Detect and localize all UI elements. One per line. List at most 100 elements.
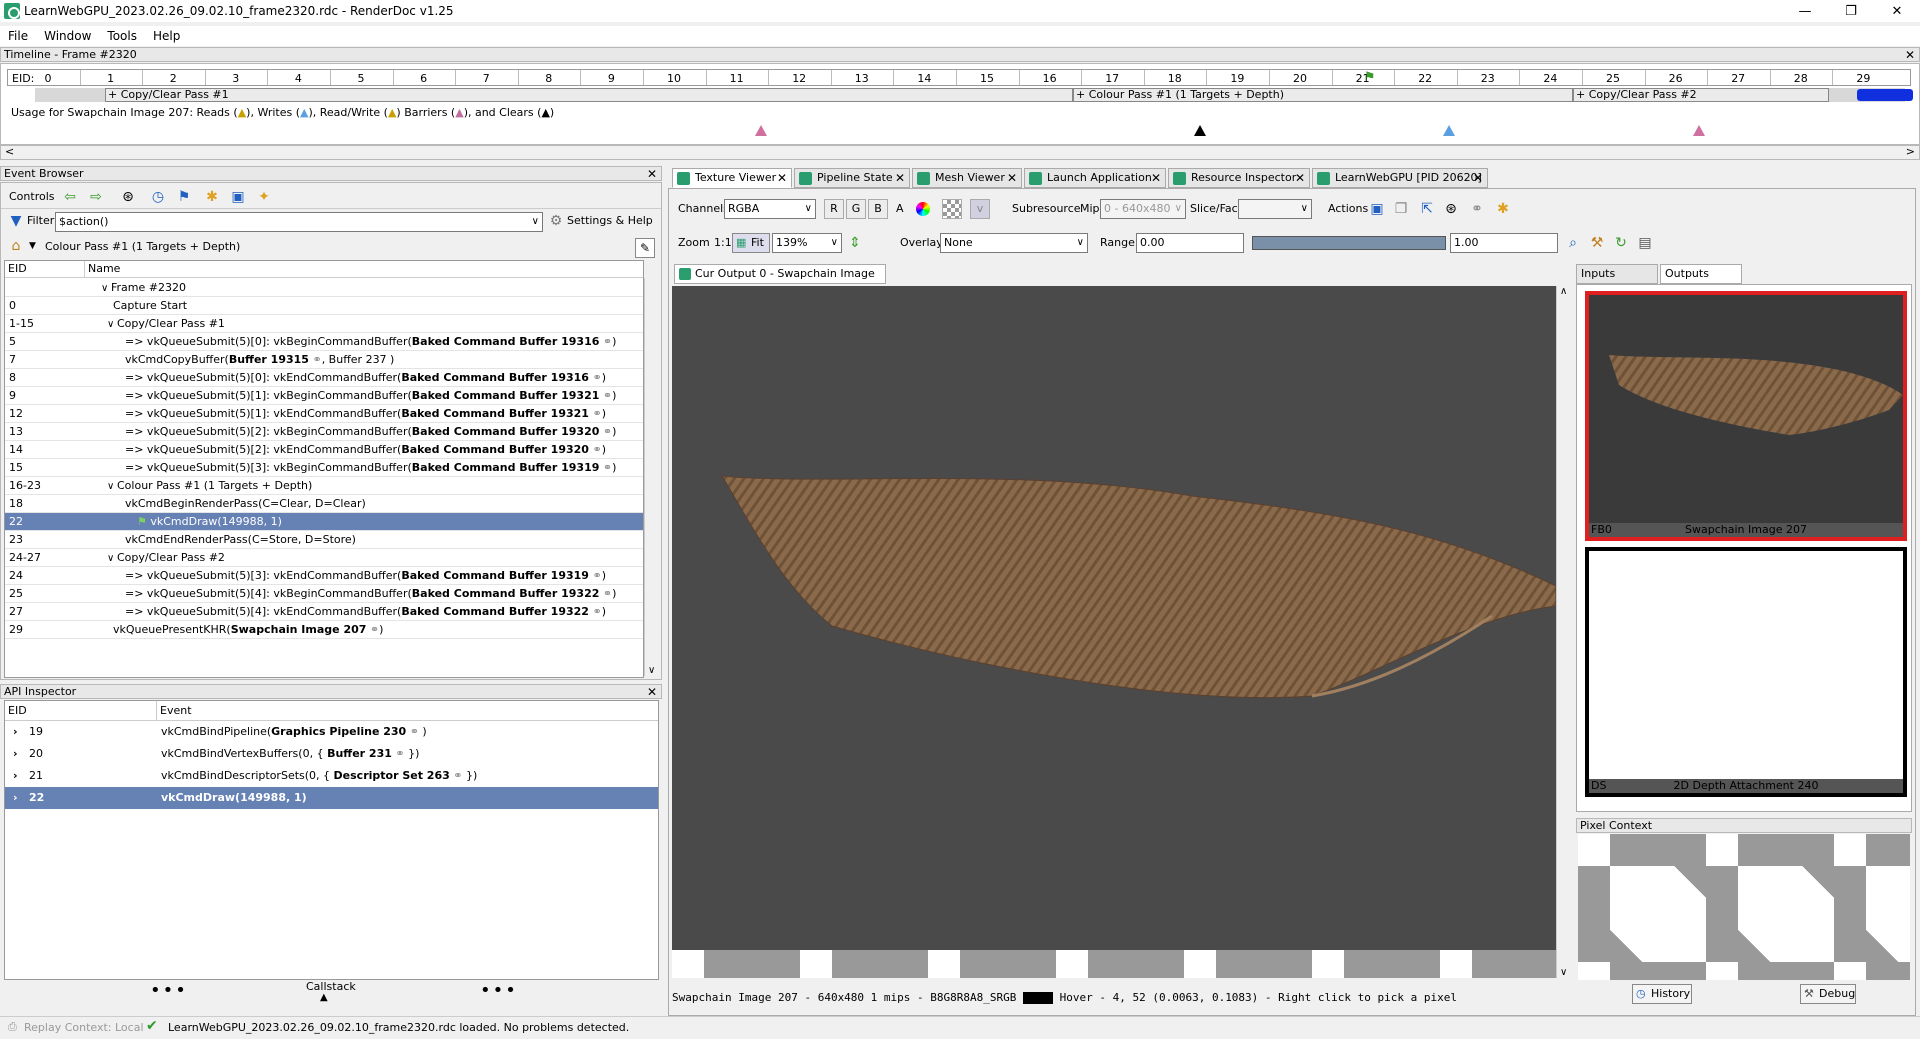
timeline-tick[interactable]: 4: [268, 70, 328, 87]
event-row[interactable]: 13 => vkQueueSubmit(5)[2]: vkBeginCommand…: [5, 423, 643, 441]
tab-launch-application[interactable]: Launch Application ✕: [1024, 168, 1166, 188]
timeline-tick[interactable]: 21: [1333, 70, 1393, 87]
color-wheel-icon[interactable]: [916, 202, 930, 216]
timeline-panel[interactable]: EID: 0 1 2 3 4 5 6 7 8 9 10 11 12 13 14 15 16 17 18 19 20 21 2…: [0, 63, 1920, 145]
timeline-tick[interactable]: 9: [581, 70, 641, 87]
timeline-tick[interactable]: 6: [394, 70, 454, 87]
usage-barrier-marker[interactable]: [755, 125, 767, 136]
timeline-tick[interactable]: 0: [18, 70, 78, 87]
event-row[interactable]: 24 => vkQueueSubmit(5)[3]: vkEndCommandBu…: [5, 567, 643, 585]
history-button[interactable]: ◷ History: [1632, 984, 1692, 1004]
timeline-tick[interactable]: 26: [1646, 70, 1706, 87]
range-max-input[interactable]: 1.00: [1450, 233, 1558, 253]
timeline-tick[interactable]: 29: [1833, 70, 1893, 87]
overlay-select[interactable]: None: [940, 233, 1088, 253]
tab-resource-inspector[interactable]: Resource Inspector ✕: [1168, 168, 1310, 188]
chevron-right-icon[interactable]: ›: [13, 787, 18, 809]
event-row[interactable]: ∨ Frame #2320: [5, 279, 643, 297]
timeline-tick[interactable]: 24: [1520, 70, 1580, 87]
timeline-tick[interactable]: 3: [206, 70, 266, 87]
chevron-right-icon[interactable]: ›: [13, 765, 18, 787]
api-row[interactable]: › 20 vkCmdBindVertexBuffers(0, { Buffer 23…: [5, 743, 658, 765]
settings-puzzle-icon[interactable]: ✱: [1494, 200, 1512, 218]
close-icon[interactable]: ✕: [1905, 48, 1915, 62]
timeline-tick[interactable]: 19: [1207, 70, 1267, 87]
texture-viewport[interactable]: [672, 286, 1556, 978]
timeline-scrollbar[interactable]: < >: [0, 145, 1920, 160]
api-row[interactable]: › 22 vkCmdDraw(149988, 1): [5, 787, 658, 809]
close-icon[interactable]: ✕: [647, 685, 657, 699]
timeline-tick[interactable]: 16: [1020, 70, 1080, 87]
star-icon[interactable]: ✦: [255, 188, 273, 206]
timeline-tick[interactable]: 22: [1395, 70, 1455, 87]
event-row[interactable]: 12 => vkQueueSubmit(5)[1]: vkEndCommandBu…: [5, 405, 643, 423]
close-icon[interactable]: ✕: [647, 167, 657, 181]
pass-copy-clear-1[interactable]: + Copy/Clear Pass #1: [105, 88, 1073, 102]
usage-barrier-marker-2[interactable]: [1693, 125, 1705, 136]
link-icon[interactable]: ⚭: [406, 725, 422, 738]
mip-select[interactable]: 0 - 640x480: [1100, 199, 1186, 219]
menu-file[interactable]: File: [0, 29, 36, 43]
link-icon[interactable]: ⚭: [589, 605, 601, 618]
chevron-down-icon[interactable]: ∨: [648, 665, 655, 676]
breadcrumb-item[interactable]: Colour Pass #1 (1 Targets + Depth): [45, 237, 240, 257]
event-row[interactable]: 8 => vkQueueSubmit(5)[0]: vkEndCommandBuf…: [5, 369, 643, 387]
output-tab[interactable]: Cur Output 0 - Swapchain Image 207: [674, 264, 886, 298]
event-row[interactable]: 27 => vkQueueSubmit(5)[4]: vkEndCommandBu…: [5, 603, 643, 621]
timeline-tick[interactable]: 20: [1270, 70, 1330, 87]
timeline-ruler[interactable]: EID: 0 1 2 3 4 5 6 7 8 9 10 11 12 13 14 15 16 17 18 19 20 21 2…: [7, 69, 1911, 86]
api-event-list[interactable]: EID Event › 19 vkCmdBindPipeline(Graphics …: [4, 700, 659, 980]
replay-context[interactable]: Replay Context: Local: [24, 1021, 144, 1034]
tab-pipeline-state[interactable]: Pipeline State ✕: [794, 168, 910, 188]
channel-r-toggle[interactable]: R: [824, 199, 844, 219]
expand-up-icon[interactable]: ▲: [320, 992, 328, 1003]
channels-select[interactable]: RGBA: [724, 199, 816, 219]
usage-write-marker[interactable]: [1443, 125, 1455, 136]
callstack-label[interactable]: Callstack: [306, 980, 356, 993]
present-marker[interactable]: [1857, 89, 1913, 101]
zoom-1to1-button[interactable]: 1:1: [714, 233, 732, 253]
menu-help[interactable]: Help: [145, 29, 188, 43]
zoom-range-icon[interactable]: ⌕: [1564, 234, 1582, 252]
event-row[interactable]: 18 vkCmdBeginRenderPass(C=Clear, D=Clear): [5, 495, 643, 513]
slice-select[interactable]: [1238, 199, 1312, 219]
open-icon[interactable]: ⇱: [1418, 200, 1436, 218]
clock-icon[interactable]: ◷: [149, 188, 167, 206]
close-window-button[interactable]: ✕: [1874, 0, 1920, 22]
event-row[interactable]: 16-23 ∨ Colour Pass #1 (1 Targets + Depth): [5, 477, 643, 495]
binoculars-icon[interactable]: ⊛: [1442, 200, 1460, 218]
event-row[interactable]: 9 => vkQueueSubmit(5)[1]: vkBeginCommandB…: [5, 387, 643, 405]
link-icon[interactable]: ⚭: [589, 569, 601, 582]
timeline-tick[interactable]: 10: [644, 70, 704, 87]
event-row[interactable]: 15 => vkQueueSubmit(5)[3]: vkBeginCommand…: [5, 459, 643, 477]
link-icon[interactable]: ⚭: [589, 371, 601, 384]
link-icon[interactable]: ⚭: [392, 747, 408, 760]
binoculars-icon[interactable]: ⊛: [119, 188, 137, 206]
event-row[interactable]: 5 => vkQueueSubmit(5)[0]: vkBeginCommandB…: [5, 333, 643, 351]
scroll-left-icon[interactable]: <: [5, 145, 14, 158]
thumb-fb0[interactable]: FB0 Swapchain Image 207: [1585, 291, 1907, 541]
alpha-icon[interactable]: v: [970, 199, 990, 219]
api-row[interactable]: › 19 vkCmdBindPipeline(Graphics Pipeline 2…: [5, 721, 658, 743]
tab-learnwebgpu[interactable]: LearnWebGPU [PID 20620] ✕: [1312, 168, 1488, 188]
link-icon[interactable]: ⚭: [309, 353, 321, 366]
timeline-tick[interactable]: 11: [707, 70, 767, 87]
channel-g-toggle[interactable]: G: [846, 199, 866, 219]
event-row[interactable]: 24-27 ∨ Copy/Clear Pass #2: [5, 549, 643, 567]
event-tree[interactable]: EID Name ∨ Frame #2320 0 Capture Start 1-15 ∨…: [4, 260, 644, 678]
more-icon[interactable]: •••: [480, 980, 518, 1001]
event-row[interactable]: 14 => vkQueueSubmit(5)[2]: vkEndCommandBu…: [5, 441, 643, 459]
arrow-left-icon[interactable]: ⇦: [61, 188, 79, 206]
col-name[interactable]: Name: [85, 261, 643, 278]
tab-texture-viewer[interactable]: Texture Viewer ✕: [672, 168, 792, 188]
timeline-tick[interactable]: 27: [1708, 70, 1768, 87]
timeline-tick[interactable]: 14: [894, 70, 954, 87]
event-tree-scrollbar[interactable]: ∨: [644, 278, 660, 676]
timeline-tick[interactable]: 25: [1583, 70, 1643, 87]
viewport-scrollbar[interactable]: ∧ ∨: [1556, 286, 1572, 978]
tab-mesh-viewer[interactable]: Mesh Viewer ✕: [912, 168, 1022, 188]
col-eid[interactable]: EID: [5, 261, 85, 278]
more-icon[interactable]: •••: [150, 980, 188, 1001]
event-row[interactable]: 23 vkCmdEndRenderPass(C=Store, D=Store): [5, 531, 643, 549]
channel-a-toggle[interactable]: A: [896, 199, 904, 219]
